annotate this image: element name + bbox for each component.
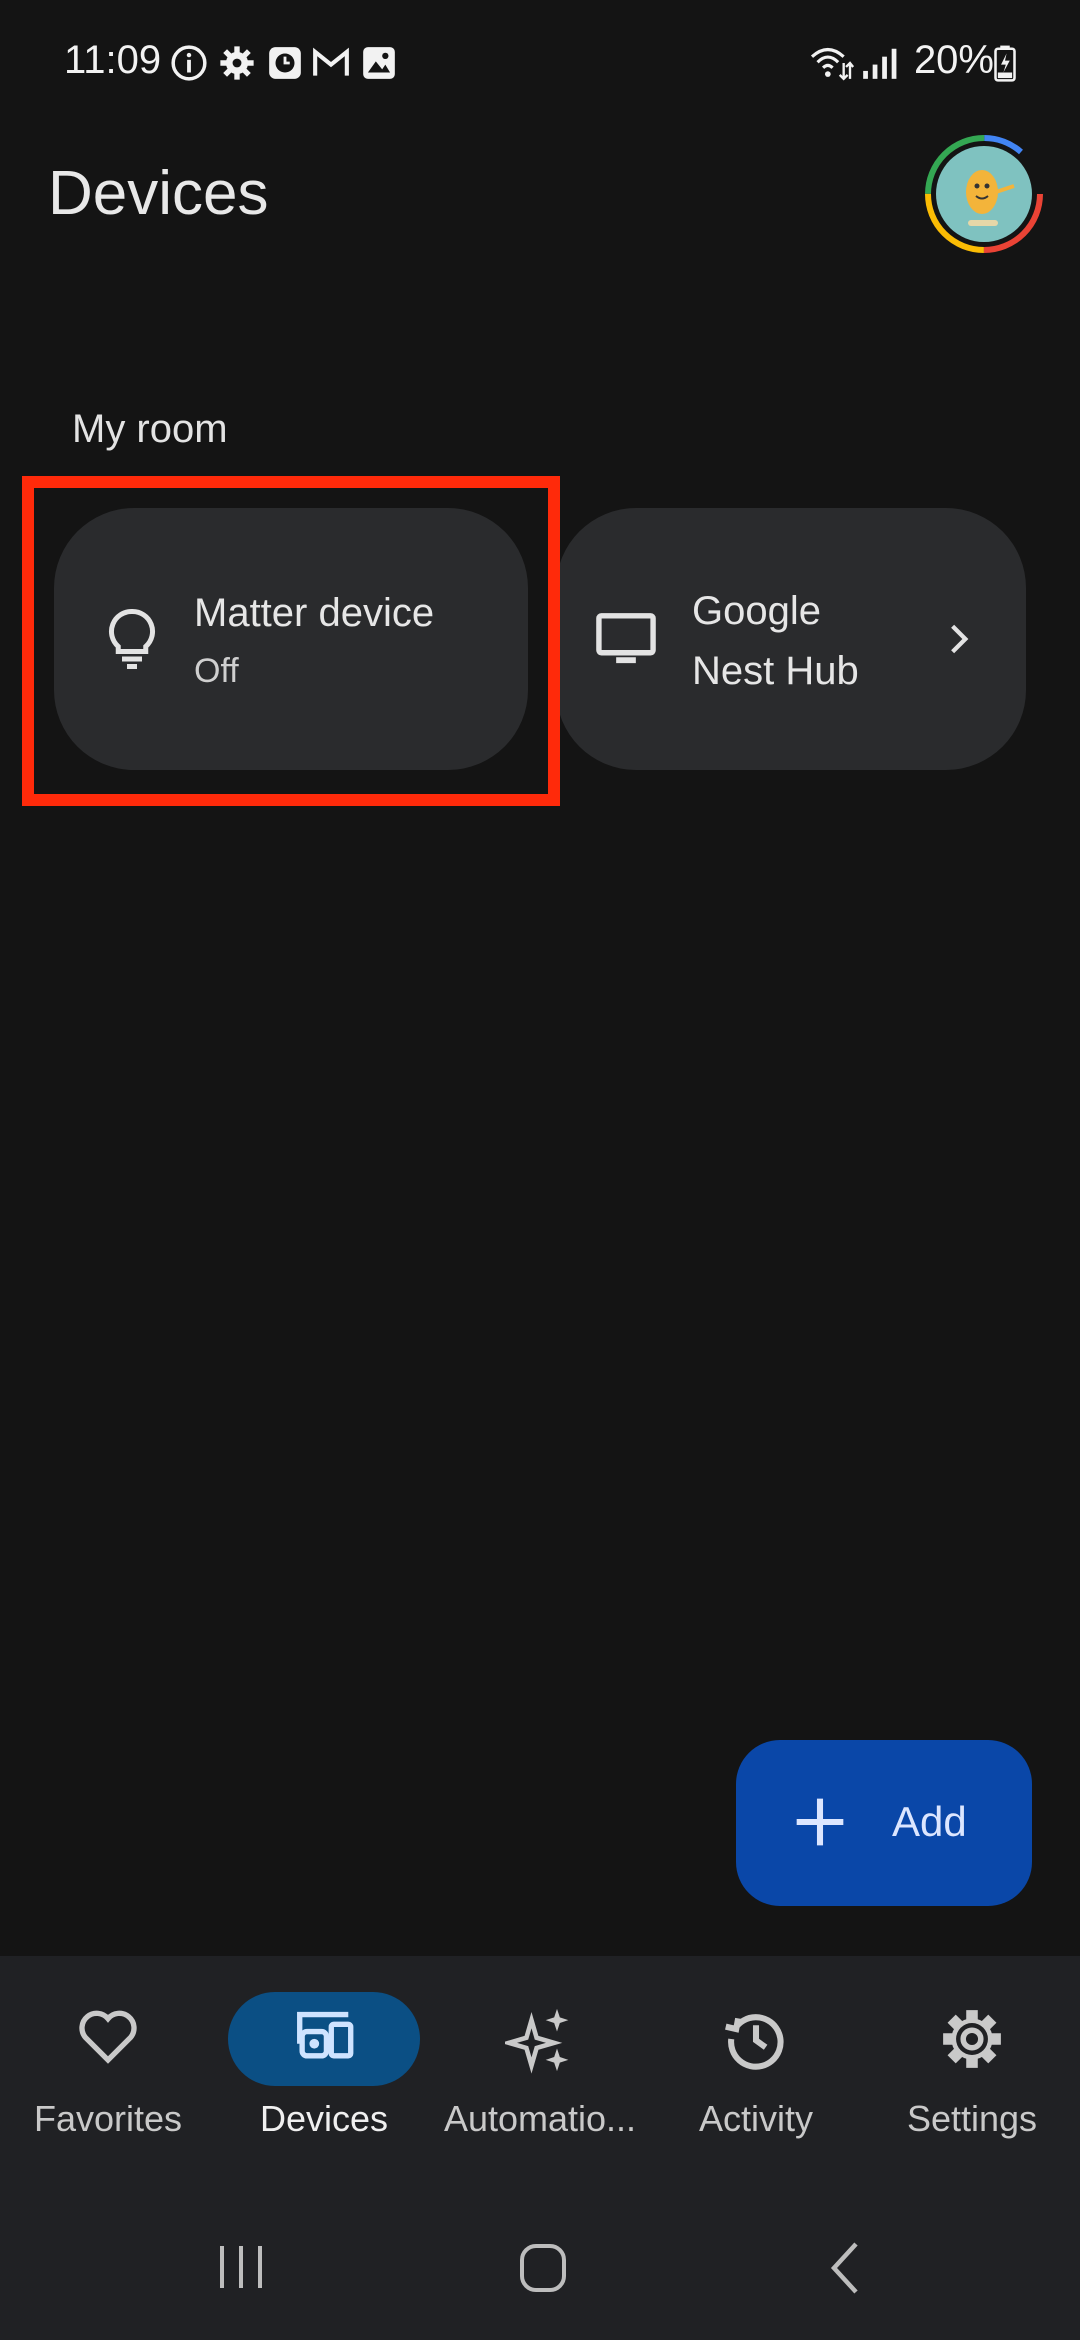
nav-label: Automatio...: [443, 2098, 637, 2139]
device-name-line1: Google: [692, 589, 821, 633]
nav-settings[interactable]: Settings: [864, 1956, 1080, 2176]
gear-icon: [943, 2010, 1001, 2068]
signal-icon: [863, 48, 897, 79]
battery-percent: 20%: [913, 38, 994, 82]
page-title: Devices: [48, 159, 269, 228]
avatar[interactable]: [924, 134, 1044, 254]
heart-icon: [79, 2010, 137, 2064]
nav-label: Settings: [906, 2098, 1038, 2139]
nav-label: Devices: [259, 2098, 389, 2139]
history-icon: [725, 2014, 784, 2070]
info-icon: [171, 45, 207, 81]
battery-icon: [994, 45, 1016, 82]
devices-icon: [297, 2011, 354, 2059]
back-icon[interactable]: [822, 2240, 870, 2296]
add-label: Add: [892, 1798, 967, 1845]
plus-icon: [796, 1798, 844, 1846]
room-label: My room: [72, 407, 228, 451]
home-icon[interactable]: [512, 2240, 574, 2296]
chevron-right-icon: [951, 624, 969, 654]
avatar-image: [925, 135, 1043, 253]
status-bar: 11:09 20%: [0, 0, 1080, 130]
recent-apps-icon[interactable]: [210, 2240, 272, 2294]
highlight-annotation: [22, 476, 560, 806]
nav-label: Activity: [698, 2098, 813, 2139]
display-icon: [596, 613, 656, 664]
gmail-icon: [313, 47, 349, 76]
settings-icon: [220, 46, 254, 80]
nav-automations[interactable]: Automatio...: [432, 1956, 648, 2176]
clock-app-icon: [269, 47, 301, 79]
nav-label: Favorites: [33, 2098, 183, 2139]
gallery-icon: [363, 47, 395, 79]
device-name-line2: Nest Hub: [692, 649, 859, 693]
add-button[interactable]: Add: [736, 1740, 1032, 1906]
wifi-icon: [810, 47, 854, 81]
nav-devices[interactable]: Devices: [216, 1956, 432, 2176]
status-time: 11:09: [64, 38, 162, 82]
device-tile-nest-hub[interactable]: Google Nest Hub: [556, 508, 1026, 770]
nav-favorites[interactable]: Favorites: [0, 1956, 216, 2176]
nav-activity[interactable]: Activity: [648, 1956, 864, 2176]
sparkle-icon: [505, 2008, 569, 2074]
